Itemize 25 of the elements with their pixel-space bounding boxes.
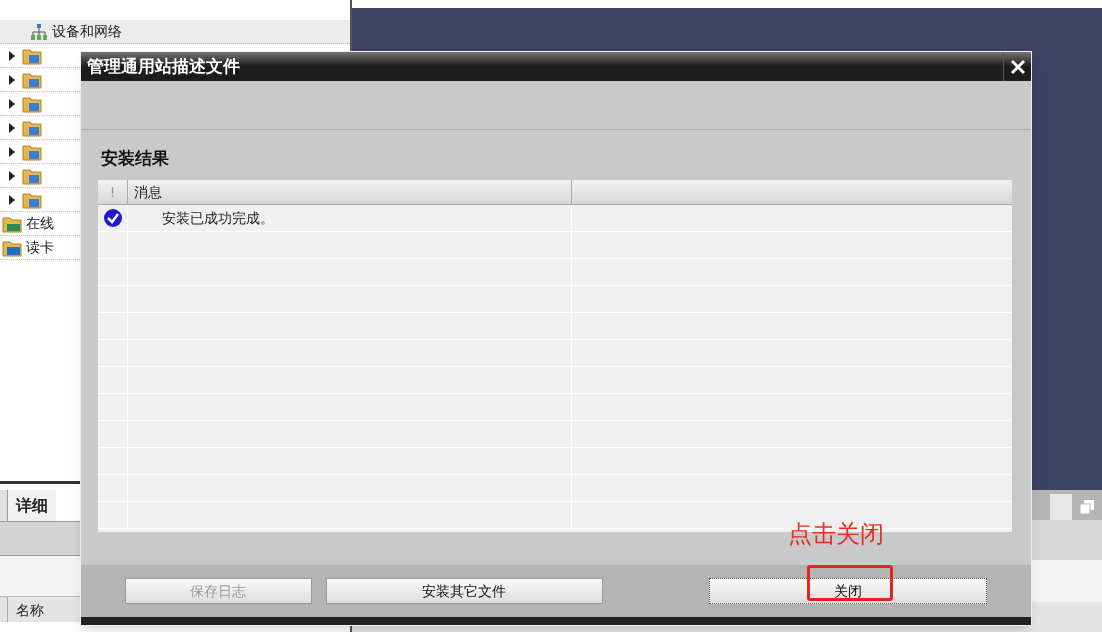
tree-item-label[interactable]: 在线 — [26, 213, 54, 234]
message-cell-text: 安装已成功完成。 — [162, 208, 274, 228]
folder-icon — [22, 94, 42, 113]
folder-icon — [2, 238, 22, 257]
details-tab[interactable]: 详细 — [8, 490, 56, 521]
dialog-button[interactable]: 安装其它文件 — [325, 578, 603, 604]
column-header: 名称 — [15, 601, 45, 620]
folder-icon — [22, 46, 42, 65]
column-header: 消息 — [128, 180, 572, 204]
folder-icon — [22, 70, 42, 89]
success-icon — [102, 208, 123, 228]
folder-icon — [2, 214, 22, 233]
folder-icon — [22, 142, 42, 161]
section-title: 安装结果 — [100, 147, 170, 170]
folder-icon — [22, 166, 42, 185]
dialog-title: 管理通用站描述文件 — [86, 54, 241, 78]
annotation-text: 点击关闭 — [788, 522, 884, 546]
tree-item-label[interactable]: 读卡 — [26, 237, 54, 258]
tree-item-label[interactable]: 设备和网络 — [52, 21, 122, 42]
dialog-button[interactable]: 关闭 — [708, 578, 987, 604]
folder-icon — [22, 190, 42, 209]
close-icon — [1009, 58, 1026, 75]
column-header: ! — [98, 180, 128, 204]
folder-icon — [22, 118, 42, 137]
network-icon — [30, 22, 48, 41]
